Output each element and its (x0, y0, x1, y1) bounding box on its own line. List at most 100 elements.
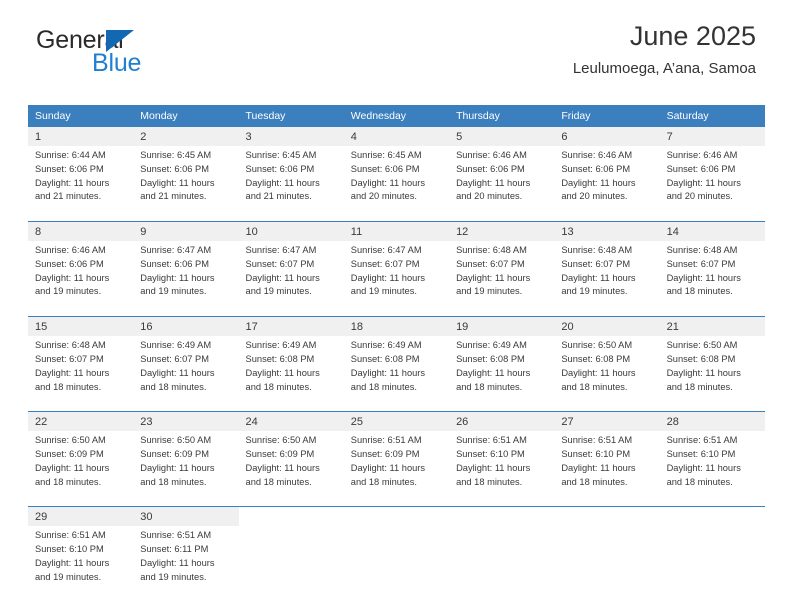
sunset-text: Sunset: 6:08 PM (456, 354, 525, 365)
daylight-text-line2: and 18 minutes. (561, 476, 628, 487)
day-cell[interactable]: Sunrise: 6:51 AM Sunset: 6:10 PM Dayligh… (28, 526, 134, 594)
weekday-header-monday: Monday (133, 105, 239, 127)
day-number[interactable]: 12 (449, 222, 555, 242)
day-number[interactable]: 7 (659, 127, 765, 147)
daylight-text-line1: Daylight: 11 hours (561, 367, 636, 378)
day-number[interactable]: 13 (554, 222, 660, 242)
day-cell[interactable]: Sunrise: 6:47 AM Sunset: 6:06 PM Dayligh… (133, 241, 239, 309)
weekday-header-wednesday: Wednesday (343, 105, 450, 127)
day-cell[interactable]: Sunrise: 6:46 AM Sunset: 6:06 PM Dayligh… (659, 146, 765, 214)
week-row-daynumbers: 1 2 3 4 5 6 7 (28, 127, 765, 147)
daylight-text-line2: and 18 minutes. (666, 381, 733, 392)
day-number[interactable]: 21 (659, 317, 765, 337)
daylight-text-line1: Daylight: 11 hours (35, 367, 110, 378)
day-number[interactable]: 29 (28, 507, 134, 527)
sunset-text: Sunset: 6:08 PM (561, 354, 631, 365)
day-number[interactable]: 4 (343, 127, 450, 147)
day-cell[interactable]: Sunrise: 6:46 AM Sunset: 6:06 PM Dayligh… (28, 241, 134, 309)
sunrise-text: Sunrise: 6:46 AM (456, 150, 527, 161)
day-cell[interactable]: Sunrise: 6:46 AM Sunset: 6:06 PM Dayligh… (449, 146, 555, 214)
sunrise-sunset-calendar-table: Sunday Monday Tuesday Wednesday Thursday… (28, 105, 765, 594)
day-number[interactable]: 2 (133, 127, 239, 147)
day-number[interactable]: 11 (343, 222, 450, 242)
sunset-text: Sunset: 6:06 PM (140, 258, 209, 269)
day-number[interactable]: 3 (238, 127, 344, 147)
day-number[interactable]: 25 (343, 412, 450, 432)
daylight-text-line1: Daylight: 11 hours (140, 367, 215, 378)
day-number[interactable]: 22 (28, 412, 134, 432)
weekday-header-tuesday: Tuesday (238, 105, 344, 127)
week-row-daynumbers: 8 9 10 11 12 13 14 (28, 222, 765, 242)
daylight-text-line1: Daylight: 11 hours (350, 462, 426, 473)
daylight-text-line1: Daylight: 11 hours (140, 557, 215, 568)
daylight-text-line2: and 19 minutes. (350, 286, 417, 297)
daylight-text-line2: and 18 minutes. (561, 381, 628, 392)
daylight-text-line2: and 18 minutes. (140, 476, 207, 487)
day-cell[interactable]: Sunrise: 6:47 AM Sunset: 6:07 PM Dayligh… (238, 241, 344, 309)
row-gap (28, 213, 765, 222)
day-cell[interactable]: Sunrise: 6:49 AM Sunset: 6:07 PM Dayligh… (133, 336, 239, 404)
day-number[interactable]: 18 (343, 317, 450, 337)
day-cell[interactable]: Sunrise: 6:44 AM Sunset: 6:06 PM Dayligh… (28, 146, 134, 214)
sunrise-text: Sunrise: 6:50 AM (35, 435, 106, 446)
sunset-text: Sunset: 6:07 PM (350, 258, 420, 269)
sunset-text: Sunset: 6:06 PM (561, 163, 631, 174)
day-number[interactable]: 19 (449, 317, 555, 337)
day-number[interactable]: 26 (449, 412, 555, 432)
day-cell[interactable]: Sunrise: 6:51 AM Sunset: 6:11 PM Dayligh… (133, 526, 239, 594)
weekday-header-row: Sunday Monday Tuesday Wednesday Thursday… (28, 105, 765, 127)
sunset-text: Sunset: 6:07 PM (561, 258, 631, 269)
day-cell[interactable]: Sunrise: 6:51 AM Sunset: 6:10 PM Dayligh… (449, 431, 555, 499)
day-cell[interactable]: Sunrise: 6:48 AM Sunset: 6:07 PM Dayligh… (554, 241, 660, 309)
day-cell[interactable]: Sunrise: 6:50 AM Sunset: 6:09 PM Dayligh… (133, 431, 239, 499)
day-number[interactable]: 20 (554, 317, 660, 337)
day-cell[interactable]: Sunrise: 6:50 AM Sunset: 6:08 PM Dayligh… (659, 336, 765, 404)
day-number[interactable]: 17 (238, 317, 344, 337)
day-number[interactable]: 24 (238, 412, 344, 432)
weekday-header-friday: Friday (554, 105, 660, 127)
day-cell[interactable]: Sunrise: 6:50 AM Sunset: 6:09 PM Dayligh… (238, 431, 344, 499)
day-cell[interactable]: Sunrise: 6:51 AM Sunset: 6:10 PM Dayligh… (554, 431, 660, 499)
daylight-text-line2: and 18 minutes. (666, 286, 733, 297)
sunrise-text: Sunrise: 6:46 AM (561, 150, 633, 161)
day-cell[interactable]: Sunrise: 6:48 AM Sunset: 6:07 PM Dayligh… (659, 241, 765, 309)
day-number[interactable]: 15 (28, 317, 134, 337)
day-cell[interactable]: Sunrise: 6:45 AM Sunset: 6:06 PM Dayligh… (238, 146, 344, 214)
daylight-text-line2: and 18 minutes. (245, 476, 312, 487)
title-block: June 2025 Leulumoega, A’ana, Samoa (573, 21, 756, 77)
sunrise-text: Sunrise: 6:45 AM (140, 150, 212, 161)
day-cell[interactable]: Sunrise: 6:51 AM Sunset: 6:10 PM Dayligh… (659, 431, 765, 499)
day-cell[interactable]: Sunrise: 6:47 AM Sunset: 6:07 PM Dayligh… (343, 241, 450, 309)
day-cell[interactable]: Sunrise: 6:50 AM Sunset: 6:08 PM Dayligh… (554, 336, 660, 404)
day-number[interactable]: 1 (28, 127, 134, 147)
day-number[interactable]: 10 (238, 222, 344, 242)
day-cell[interactable]: Sunrise: 6:51 AM Sunset: 6:09 PM Dayligh… (343, 431, 450, 499)
sunset-text: Sunset: 6:10 PM (456, 449, 525, 460)
row-gap (28, 403, 765, 412)
day-number[interactable]: 30 (133, 507, 239, 527)
day-cell[interactable]: Sunrise: 6:49 AM Sunset: 6:08 PM Dayligh… (238, 336, 344, 404)
day-number[interactable]: 28 (659, 412, 765, 432)
day-number[interactable]: 9 (133, 222, 239, 242)
day-number[interactable]: 27 (554, 412, 660, 432)
day-number[interactable]: 23 (133, 412, 239, 432)
day-cell[interactable]: Sunrise: 6:49 AM Sunset: 6:08 PM Dayligh… (449, 336, 555, 404)
daylight-text-line1: Daylight: 11 hours (245, 367, 320, 378)
day-number[interactable]: 5 (449, 127, 555, 147)
day-cell[interactable]: Sunrise: 6:48 AM Sunset: 6:07 PM Dayligh… (28, 336, 134, 404)
day-cell[interactable]: Sunrise: 6:49 AM Sunset: 6:08 PM Dayligh… (343, 336, 450, 404)
day-cell-empty (343, 526, 450, 594)
day-number[interactable]: 16 (133, 317, 239, 337)
day-number[interactable]: 8 (28, 222, 134, 242)
day-cell[interactable]: Sunrise: 6:46 AM Sunset: 6:06 PM Dayligh… (554, 146, 660, 214)
day-cell[interactable]: Sunrise: 6:50 AM Sunset: 6:09 PM Dayligh… (28, 431, 134, 499)
day-cell[interactable]: Sunrise: 6:48 AM Sunset: 6:07 PM Dayligh… (449, 241, 555, 309)
daylight-text-line1: Daylight: 11 hours (561, 462, 636, 473)
sunrise-text: Sunrise: 6:48 AM (561, 245, 633, 256)
day-number[interactable]: 6 (554, 127, 660, 147)
day-number-empty (238, 507, 344, 527)
calendar-page: General Blue June 2025 Leulumoega, A’ana… (0, 0, 792, 612)
day-cell[interactable]: Sunrise: 6:45 AM Sunset: 6:06 PM Dayligh… (133, 146, 239, 214)
day-number[interactable]: 14 (659, 222, 765, 242)
day-cell[interactable]: Sunrise: 6:45 AM Sunset: 6:06 PM Dayligh… (343, 146, 450, 214)
